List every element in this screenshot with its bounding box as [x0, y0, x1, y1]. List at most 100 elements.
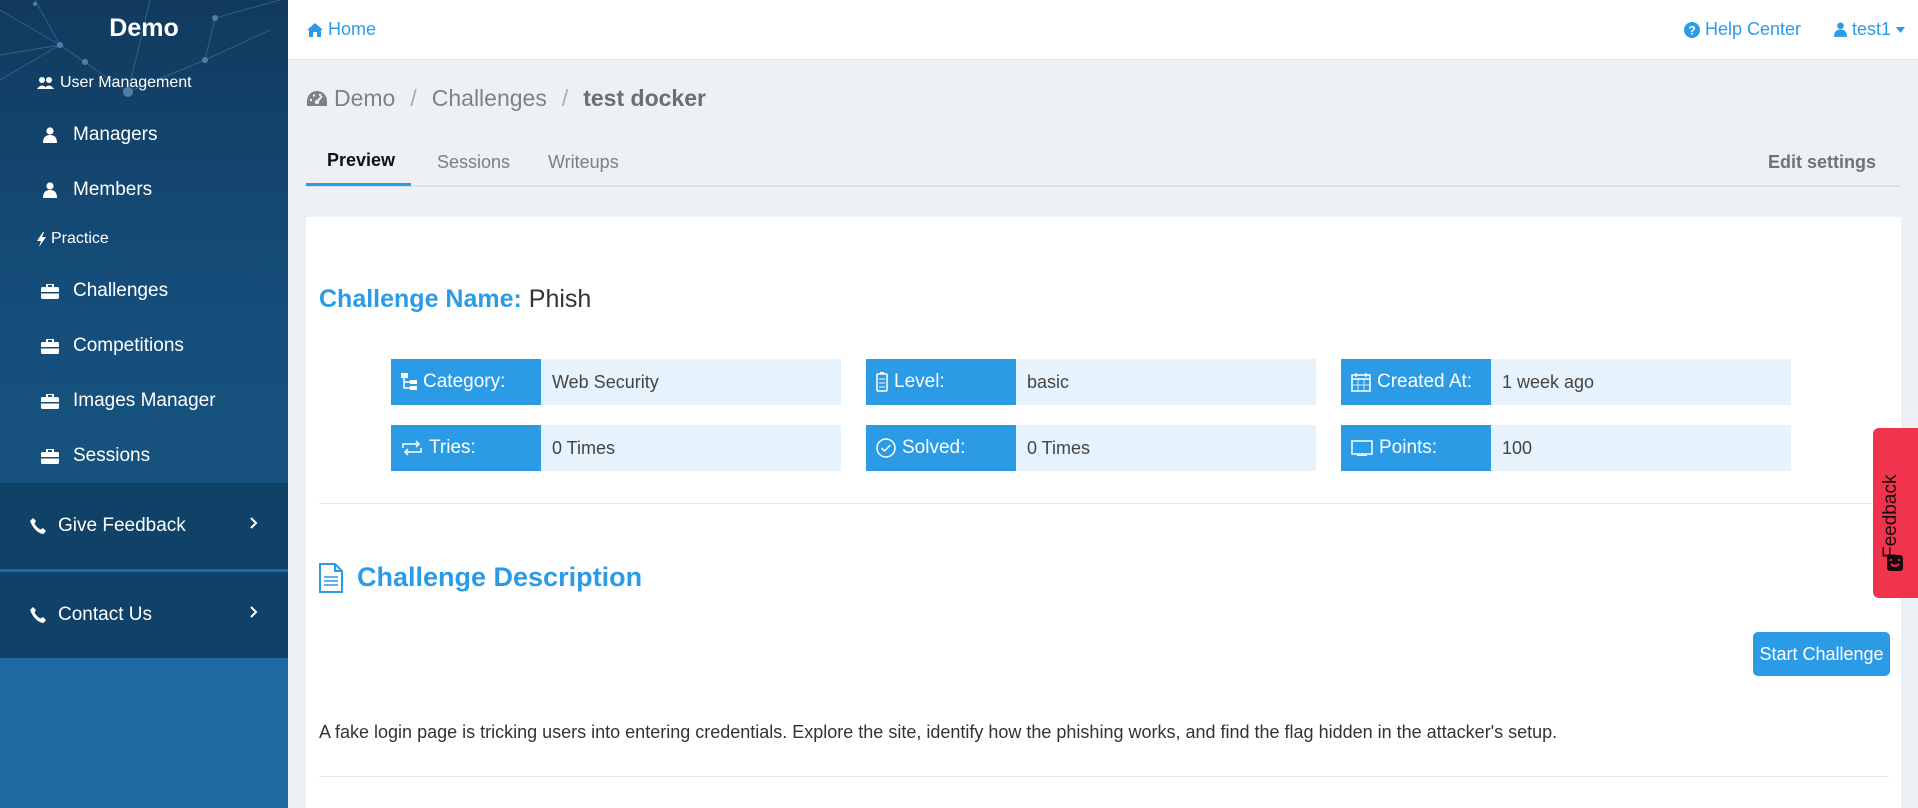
tab-sessions[interactable]: Sessions: [437, 152, 510, 173]
briefcase-icon: [40, 391, 60, 411]
sidebar-item-images-manager[interactable]: Images Manager: [0, 376, 288, 426]
tab-preview[interactable]: Preview: [327, 150, 395, 171]
question-circle-icon: ?: [1684, 21, 1700, 38]
info-value: Web Security: [541, 359, 841, 405]
sidebar-item-label: Give Feedback: [58, 515, 186, 536]
help-center-link[interactable]: ? Help Center: [1684, 19, 1801, 40]
info-points: Points: 100: [1341, 425, 1791, 471]
brand-title[interactable]: Demo: [0, 14, 288, 43]
section-label: User Management: [60, 74, 192, 91]
info-key-label: Points:: [1379, 437, 1438, 458]
edit-settings-link[interactable]: Edit settings: [1768, 152, 1876, 173]
info-key-label: Level:: [894, 371, 945, 392]
sidebar-item-members[interactable]: Members: [0, 165, 288, 215]
challenge-description: A fake login page is tricking users into…: [319, 722, 1558, 742]
sidebar-nav: Demo User Management Managers Members Pr…: [0, 0, 288, 483]
info-key-label: Created At:: [1377, 371, 1473, 392]
sidebar-give-feedback[interactable]: Give Feedback: [0, 483, 288, 569]
calendar-icon: [1351, 373, 1371, 392]
info-value: 100: [1491, 425, 1791, 471]
user-icon: [40, 180, 60, 200]
sidebar-item-label: Competitions: [73, 335, 184, 356]
feedback-tab[interactable]: Feedback: [1873, 428, 1918, 598]
help-center-label: Help Center: [1705, 19, 1802, 39]
sidebar-item-label: Managers: [73, 124, 158, 145]
document-icon: [319, 562, 343, 593]
bolt-icon: [37, 231, 46, 247]
info-key: Points:: [1341, 425, 1491, 471]
sidebar-item-managers[interactable]: Managers: [0, 110, 288, 160]
tab-bar: Preview Sessions Writeups Edit settings: [306, 140, 1901, 187]
info-key: Solved:: [866, 425, 1016, 471]
sidebar-item-label: Contact Us: [58, 604, 152, 625]
chevron-right-icon: [250, 606, 258, 618]
breadcrumb-separator: /: [561, 85, 569, 111]
breadcrumb: Demo / Challenges / test docker: [306, 85, 706, 112]
briefcase-icon: [40, 281, 60, 301]
info-created-at: Created At: 1 week ago: [1341, 359, 1791, 405]
user-icon: [40, 125, 60, 145]
info-category: Category: Web Security: [391, 359, 841, 405]
home-label: Home: [328, 19, 377, 39]
sidebar-item-sessions[interactable]: Sessions: [0, 431, 288, 481]
users-icon: [37, 77, 54, 89]
divider: [319, 776, 1889, 777]
info-key-label: Solved:: [902, 437, 966, 458]
info-key: Category:: [391, 359, 541, 405]
sitemap-icon: [401, 373, 417, 390]
briefcase-icon: [40, 336, 60, 356]
smile-icon: [1887, 555, 1903, 571]
chevron-right-icon: [250, 517, 258, 529]
challenge-name-label: Challenge Name:: [319, 285, 522, 313]
user-icon: [1834, 22, 1847, 37]
briefcase-icon: [40, 446, 60, 466]
challenge-name-value: Phish: [528, 285, 592, 313]
info-solved: Solved: 0 Times: [866, 425, 1316, 471]
info-value: 0 Times: [1016, 425, 1316, 471]
section-user-management: User Management: [37, 74, 192, 92]
tab-writeups[interactable]: Writeups: [548, 152, 619, 173]
sidebar-item-label: Images Manager: [73, 390, 216, 411]
username: test1: [1852, 19, 1892, 39]
sidebar-contact-us[interactable]: Contact Us: [0, 572, 288, 658]
phone-icon: [30, 518, 46, 534]
info-value: 1 week ago: [1491, 359, 1791, 405]
feedback-tab-label: Feedback: [1880, 474, 1901, 558]
retry-icon: [402, 440, 422, 456]
user-menu[interactable]: test1: [1834, 19, 1906, 40]
description-heading: Challenge Description: [319, 562, 642, 593]
challenge-card: Challenge Name: Phish Category: Web Secu…: [306, 217, 1901, 808]
challenge-name: Challenge Name: Phish: [319, 285, 591, 314]
battery-icon: [876, 372, 888, 392]
caret-down-icon: [1896, 26, 1906, 33]
sidebar-item-competitions[interactable]: Competitions: [0, 321, 288, 371]
info-key: Created At:: [1341, 359, 1491, 405]
home-link[interactable]: Home: [307, 19, 376, 40]
sidebar-item-challenges[interactable]: Challenges: [0, 266, 288, 316]
home-icon: [307, 22, 323, 37]
phone-icon: [30, 607, 46, 623]
info-key: Level:: [866, 359, 1016, 405]
display-icon: [1351, 440, 1373, 456]
info-key: Tries:: [391, 425, 541, 471]
info-level: Level: basic: [866, 359, 1316, 405]
info-key-label: Tries:: [429, 437, 476, 458]
sidebar: Demo User Management Managers Members Pr…: [0, 0, 288, 808]
divider: [319, 503, 1889, 504]
top-navbar: Home ? Help Center test1: [288, 0, 1918, 60]
info-value: 0 Times: [541, 425, 841, 471]
sidebar-item-label: Challenges: [73, 280, 169, 301]
info-value: basic: [1016, 359, 1316, 405]
info-key-label: Category:: [423, 371, 506, 392]
sidebar-item-label: Sessions: [73, 445, 151, 466]
active-tab-indicator: [306, 183, 411, 186]
svg-text:?: ?: [1688, 23, 1695, 37]
info-tries: Tries: 0 Times: [391, 425, 841, 471]
check-circle-icon: [876, 438, 896, 458]
sidebar-item-label: Members: [73, 179, 153, 200]
breadcrumb-current: test docker: [583, 85, 706, 111]
breadcrumb-challenges[interactable]: Challenges: [432, 85, 547, 112]
start-challenge-button[interactable]: Start Challenge: [1753, 632, 1890, 676]
section-label: Practice: [51, 230, 109, 247]
breadcrumb-demo[interactable]: Demo: [334, 85, 395, 112]
